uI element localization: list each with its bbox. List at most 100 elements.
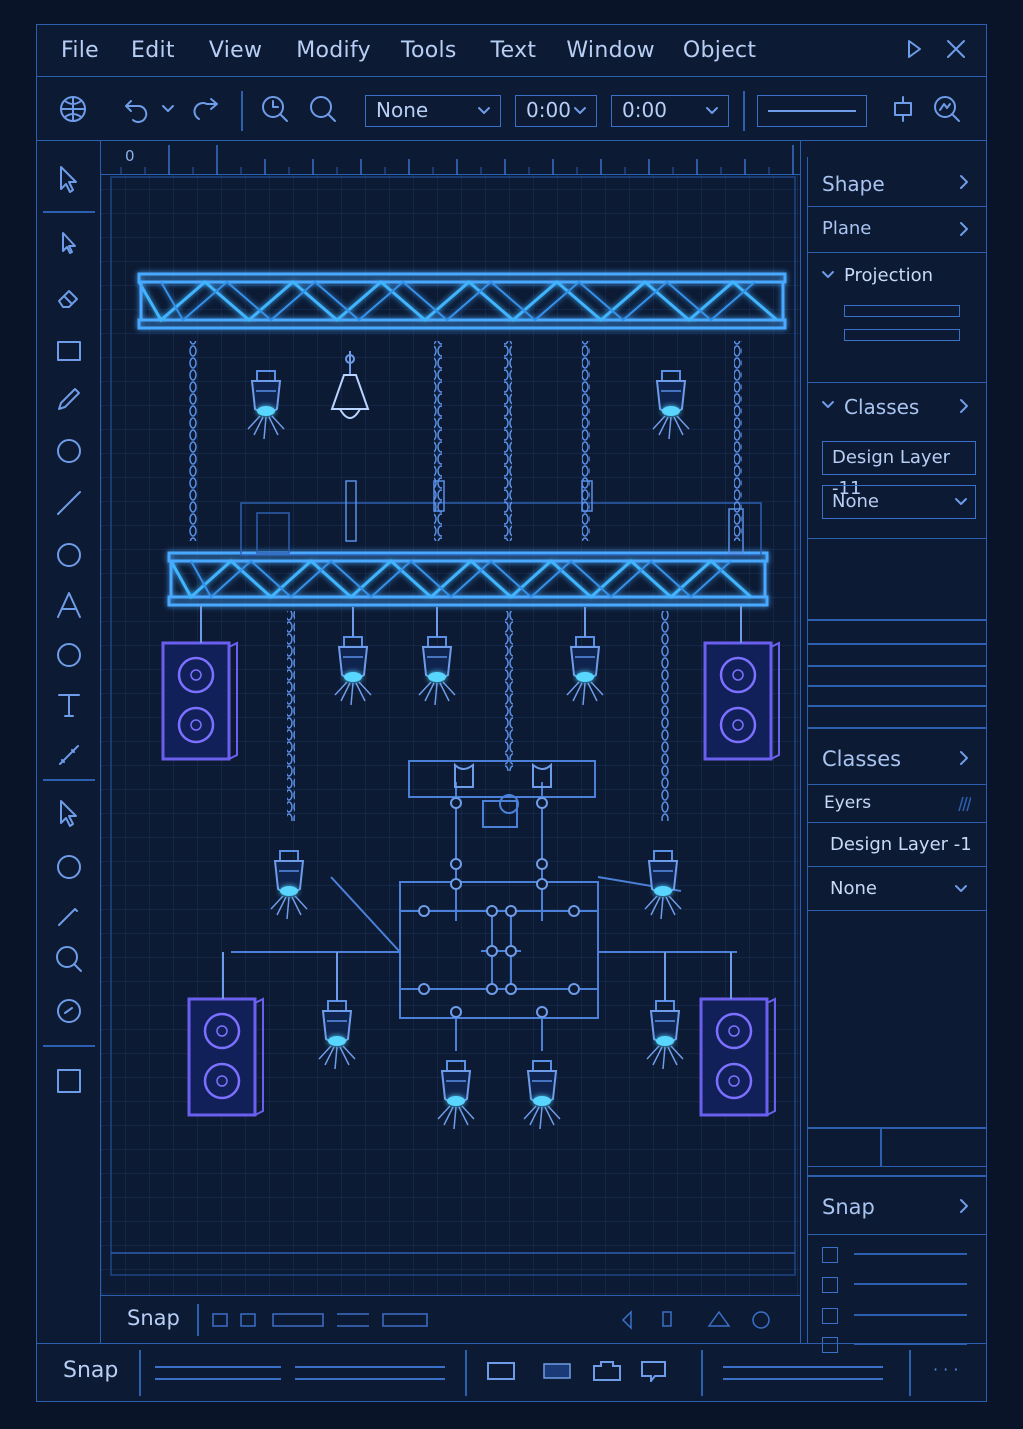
pencil-icon[interactable] — [53, 383, 85, 415]
redo-icon[interactable] — [191, 93, 223, 125]
pointer-icon[interactable] — [53, 227, 85, 259]
play-icon[interactable] — [902, 37, 926, 61]
line-icon[interactable] — [53, 487, 85, 519]
chevron-down-icon[interactable] — [953, 881, 969, 897]
snap-toggles[interactable] — [211, 1310, 431, 1330]
projection-field-2[interactable] — [844, 329, 960, 341]
projection-field-1[interactable] — [844, 305, 960, 317]
class-dropdown[interactable]: None — [822, 485, 976, 519]
panel-select-2-row[interactable]: None — [808, 867, 987, 911]
spotlight-bottom-4 — [524, 1061, 560, 1129]
rectangle-icon[interactable] — [53, 335, 85, 367]
class-dropdown-value: None — [832, 491, 879, 512]
snap-heading: Snap — [822, 1195, 875, 1219]
dimension-icon[interactable] — [53, 739, 85, 771]
spotlight-upper-1 — [248, 371, 284, 439]
layer-field[interactable]: Design Layer -11 — [822, 441, 976, 499]
spotlight-mid-left — [271, 851, 307, 919]
more-dots[interactable]: · · · — [933, 1360, 958, 1379]
panel-projection-section: Projection — [808, 253, 987, 383]
arc-icon[interactable] — [53, 639, 85, 671]
select-arrow-icon[interactable] — [53, 163, 85, 195]
class-select[interactable]: None — [365, 95, 501, 127]
line-2-icon[interactable] — [53, 899, 85, 931]
shape-heading: Shape — [822, 172, 885, 196]
snap-label: Snap — [127, 1306, 180, 1330]
panel-snap-row[interactable]: Snap — [808, 1177, 987, 1235]
snap-checkbox-1[interactable] — [822, 1247, 838, 1263]
time-select-b[interactable]: 0:00 — [611, 95, 729, 127]
menu-modify[interactable]: Modify — [296, 38, 371, 63]
rigging-drawing — [110, 176, 796, 1276]
oval-icon[interactable] — [53, 539, 85, 571]
spotlight-upper-2 — [653, 371, 689, 439]
eraser-icon[interactable] — [53, 281, 85, 313]
zoom-time-icon[interactable] — [259, 93, 291, 125]
menu-object[interactable]: Object — [683, 38, 756, 63]
toolbar: None 0:00 0:00 — [37, 77, 986, 141]
menu-bar: File Edit View Modify Tools Text Window … — [37, 25, 986, 77]
chevron-down-icon[interactable] — [820, 397, 836, 413]
globe-icon[interactable] — [57, 93, 89, 125]
panel-empty-list — [808, 539, 987, 729]
circle-2-icon[interactable] — [53, 851, 85, 883]
chevron-down-icon — [955, 498, 967, 505]
drawing-canvas[interactable]: 0 — [101, 141, 801, 1295]
rotate-icon[interactable] — [53, 995, 85, 1027]
chevron-right-icon[interactable] — [955, 397, 973, 415]
plane-heading: Plane — [822, 218, 872, 239]
triangle-icon[interactable] — [53, 589, 85, 621]
align-icon[interactable] — [887, 93, 919, 125]
chevron-right-icon[interactable] — [955, 173, 973, 191]
panel-plane-row[interactable]: Plane — [808, 207, 987, 253]
menu-text[interactable]: Text — [491, 38, 537, 63]
chevron-down-icon — [706, 107, 718, 114]
view-filled-icon[interactable] — [543, 1360, 571, 1382]
menu-file[interactable]: File — [61, 38, 99, 63]
spotlight-bottom-3 — [438, 1061, 474, 1129]
chevron-down-icon[interactable] — [159, 93, 177, 125]
zoom-fit-icon[interactable] — [931, 93, 963, 125]
snap-options — [808, 1235, 987, 1353]
status-snap-label: Snap — [63, 1358, 119, 1383]
menu-tools[interactable]: Tools — [401, 38, 457, 63]
undo-icon[interactable] — [121, 93, 153, 125]
text-tool-icon[interactable] — [53, 689, 85, 721]
time-select-a-value: 0:00 — [526, 98, 571, 122]
class-select-value: None — [376, 98, 429, 122]
snap-shape-icons[interactable] — [621, 1308, 791, 1332]
circle-icon[interactable] — [53, 435, 85, 467]
spotlight-lower-2 — [419, 637, 455, 705]
object-info-panel: Shape Plane Projection Classes Design La… — [807, 157, 987, 1353]
chevron-right-icon[interactable] — [955, 1197, 973, 1215]
menu-view[interactable]: View — [209, 38, 262, 63]
view-callout-icon[interactable] — [641, 1360, 669, 1382]
square-icon[interactable] — [53, 1065, 85, 1097]
menu-window[interactable]: Window — [566, 38, 655, 63]
snap-checkbox-2[interactable] — [822, 1277, 838, 1293]
spotlight-lower-1 — [335, 637, 371, 705]
panel-eyers-row[interactable]: Eyers — [808, 785, 987, 823]
view-rect-icon[interactable] — [487, 1360, 515, 1382]
close-icon[interactable] — [944, 37, 968, 61]
view-tab-icon[interactable] — [593, 1360, 621, 1382]
chevron-right-icon[interactable] — [955, 220, 973, 238]
select-arrow-2-icon[interactable] — [53, 797, 85, 829]
panel-classes-2-row[interactable]: Classes — [808, 731, 987, 785]
spotlight-lower-3 — [567, 637, 603, 705]
time-select-a[interactable]: 0:00 — [515, 95, 597, 127]
line-style-field[interactable] — [757, 95, 867, 127]
menu-edit[interactable]: Edit — [131, 38, 175, 63]
speaker-lower-left — [187, 997, 265, 1117]
snap-checkbox-3[interactable] — [822, 1308, 838, 1324]
classes-heading: Classes — [844, 395, 920, 419]
grip-icon[interactable] — [955, 795, 971, 813]
chevron-right-icon[interactable] — [955, 749, 973, 767]
panel-empty-list-2 — [808, 911, 987, 1167]
canvas-snap-bar: Snap — [101, 1295, 801, 1343]
zoom-tool-icon[interactable] — [53, 943, 85, 975]
panel-shape-row[interactable]: Shape — [808, 157, 987, 207]
search-icon[interactable] — [307, 93, 339, 125]
chevron-down-icon[interactable] — [820, 267, 836, 283]
panel-layer-2-row[interactable]: Design Layer -1 — [808, 823, 987, 867]
